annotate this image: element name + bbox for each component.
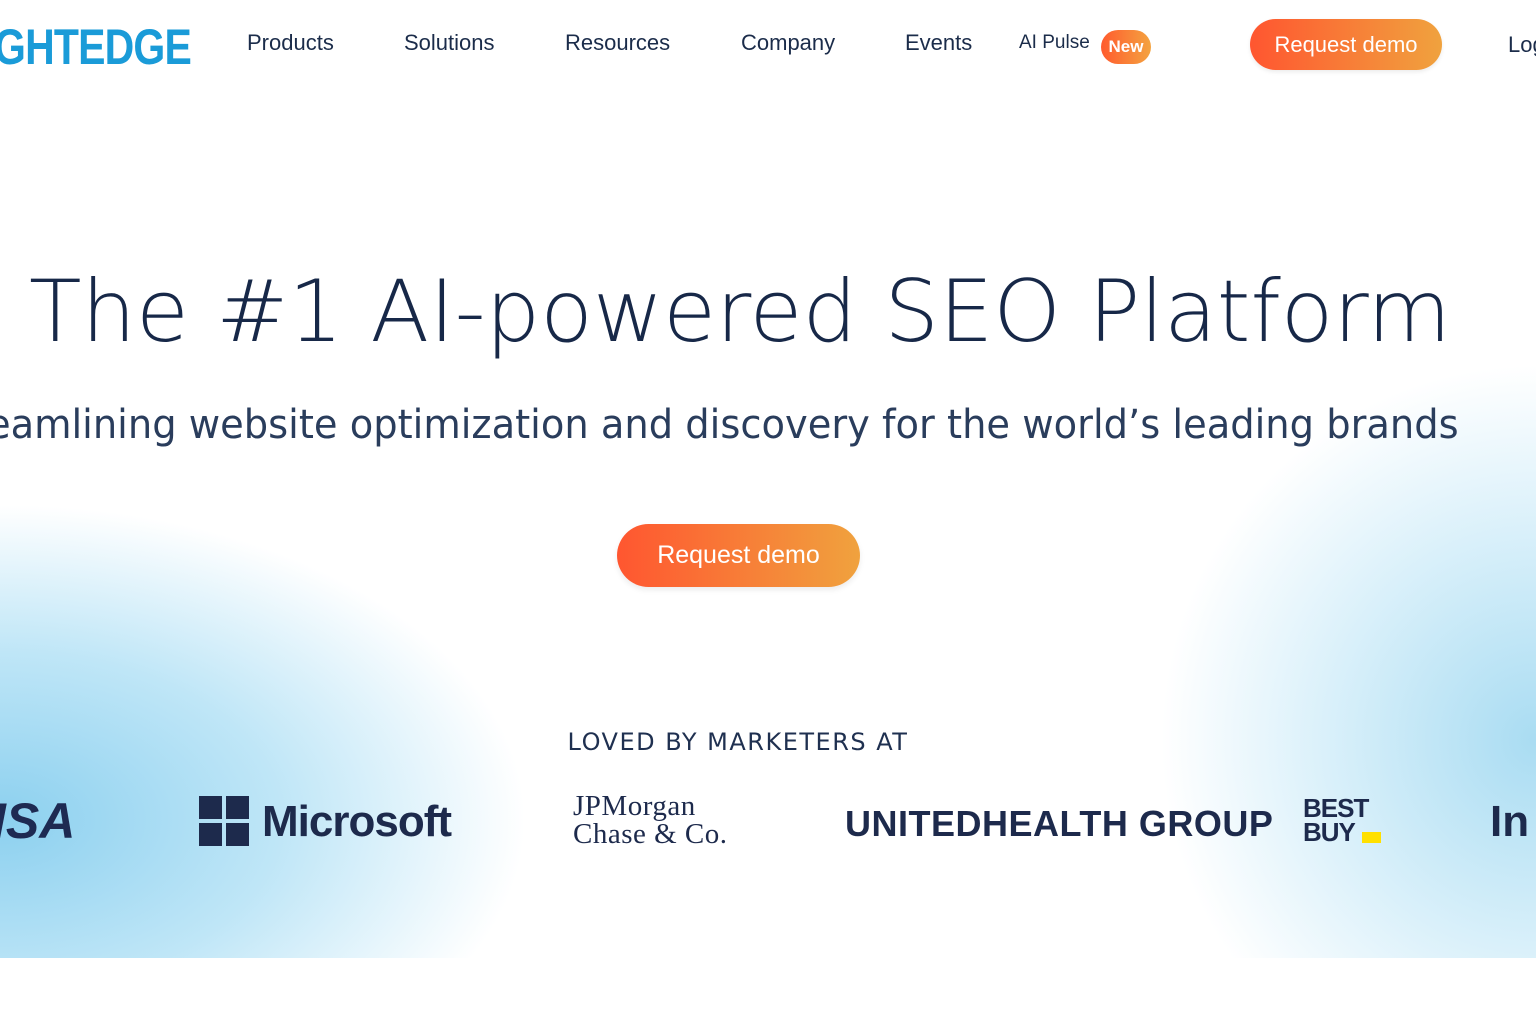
nav-products[interactable]: Products [247, 30, 334, 56]
bestbuy-logo: BEST BUY [1303, 795, 1369, 847]
visa-logo: ISA [0, 793, 76, 849]
nav-ai-pulse[interactable]: AI Pulse [1019, 32, 1090, 54]
microsoft-logo: Microsoft [262, 797, 452, 846]
bestbuy-logo-line2: BUY [1303, 817, 1356, 847]
site-header: GHTEDGE Products Solutions Resources Com… [0, 0, 1536, 92]
new-badge: New [1101, 30, 1151, 64]
nav-events[interactable]: Events [905, 30, 972, 56]
unitedhealth-logo: UNITEDHEALTH GROUP [845, 803, 1274, 844]
login-link[interactable]: Log [1508, 32, 1536, 58]
request-demo-button-hero[interactable]: Request demo [617, 524, 860, 587]
hero-title: The #1 AI-powered SEO Platform [28, 262, 1452, 362]
partial-customer-logo: In [1490, 797, 1530, 846]
jpmorgan-logo: JPMorgan Chase & Co. [573, 790, 728, 850]
nav-company[interactable]: Company [741, 30, 835, 56]
jpmorgan-logo-line1: JPMorgan [573, 790, 696, 822]
jpmorgan-logo-line2: Chase & Co. [573, 818, 728, 850]
customers-heading: LOVED BY MARKETERS AT [567, 728, 909, 756]
nav-resources[interactable]: Resources [565, 30, 670, 56]
nav-solutions[interactable]: Solutions [404, 30, 495, 56]
bestbuy-tag-icon [1362, 832, 1381, 843]
brand-logo[interactable]: GHTEDGE [0, 18, 192, 76]
request-demo-button-header[interactable]: Request demo [1250, 19, 1442, 70]
hero-subtitle: reamlining website optimization and disc… [0, 402, 1459, 448]
microsoft-windows-icon [199, 796, 249, 846]
